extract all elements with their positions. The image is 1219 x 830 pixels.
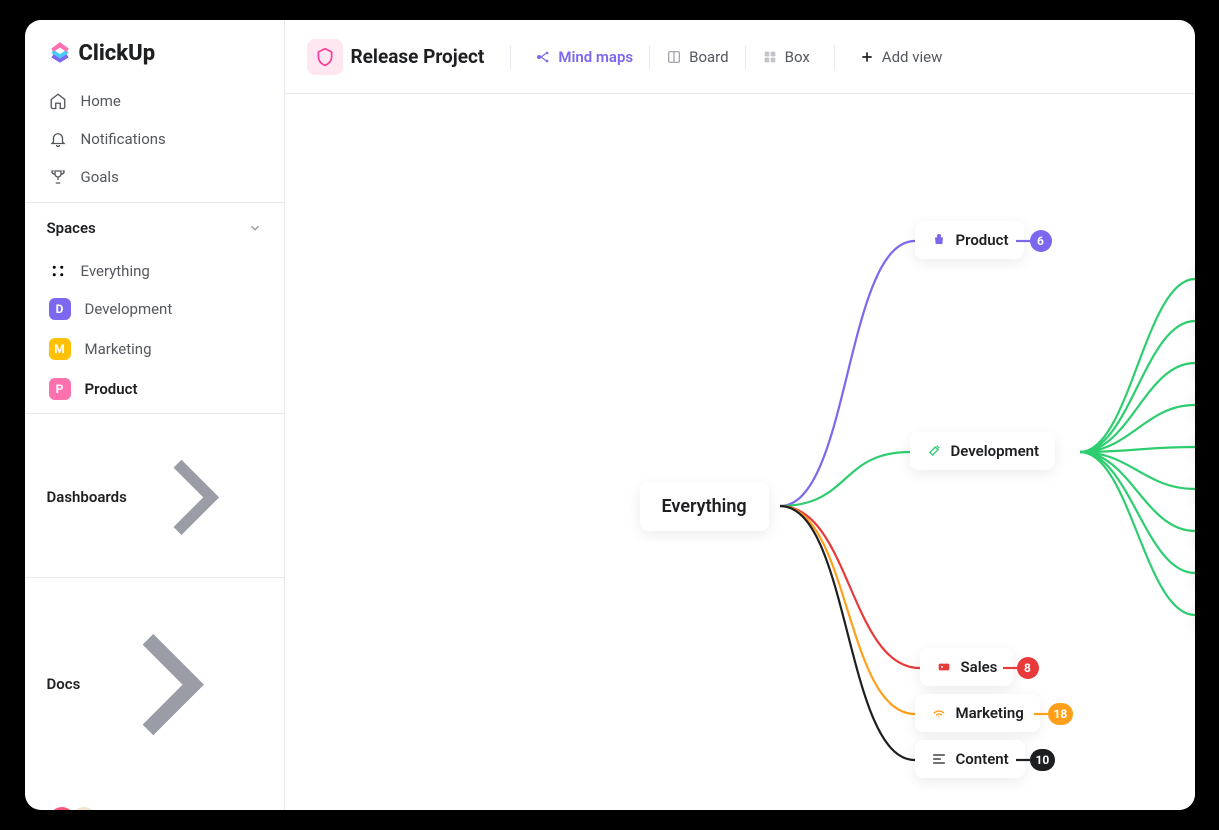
sidebar-nav: HomeNotificationsGoals — [25, 76, 284, 202]
view-mind-maps[interactable]: Mind maps — [523, 41, 645, 73]
section-dashboards[interactable]: Dashboards — [25, 413, 284, 577]
mindmap-node-content[interactable]: Content — [915, 740, 1025, 778]
count-badge: 10 — [1030, 749, 1056, 771]
spaces-header[interactable]: Spaces — [25, 202, 284, 249]
logo-icon — [47, 40, 73, 66]
nav-home[interactable]: Home — [35, 82, 274, 120]
space-development[interactable]: DDevelopment — [35, 289, 274, 329]
count-badge: 6 — [1030, 230, 1052, 252]
mindmap-canvas[interactable]: Everything Product6 Development Sales8 Marke… — [285, 94, 1195, 810]
nav-goals[interactable]: Goals — [35, 158, 274, 196]
space-product[interactable]: PProduct — [35, 369, 274, 409]
wifi-icon — [931, 705, 947, 721]
project-title: Release Project — [351, 45, 485, 68]
view-board[interactable]: Board — [654, 41, 740, 73]
count-badge: 8 — [1017, 657, 1039, 679]
topbar: Release Project Mind maps Board Box Add vi… — [285, 20, 1195, 94]
ticket-icon — [936, 659, 952, 675]
project-icon — [307, 39, 343, 75]
count-badge: 18 — [1048, 703, 1074, 725]
mindmap-node-marketing[interactable]: Marketing — [915, 694, 1040, 732]
logo[interactable]: ClickUp — [25, 20, 284, 76]
avatar-2 — [69, 805, 99, 810]
chevron-down-icon — [248, 221, 262, 235]
mindmap-node-product[interactable]: Product — [915, 221, 1025, 259]
nav-notifications[interactable]: Notifications — [35, 120, 274, 158]
mindmap-root[interactable]: Everything — [640, 482, 769, 531]
align-icon — [931, 751, 947, 767]
bag-icon — [931, 232, 947, 248]
user-area[interactable]: S ▼ — [25, 787, 284, 810]
app-window: ClickUp HomeNotificationsGoals Spaces Ev… — [25, 20, 1195, 810]
view-box[interactable]: Box — [750, 41, 822, 73]
space-everything[interactable]: Everything — [35, 253, 274, 289]
main-content: Release Project Mind maps Board Box Add vi… — [285, 20, 1195, 810]
space-marketing[interactable]: MMarketing — [35, 329, 274, 369]
add-view-button[interactable]: Add view — [847, 41, 955, 73]
wrench-icon — [926, 443, 942, 459]
sidebar: ClickUp HomeNotificationsGoals Spaces Ev… — [25, 20, 285, 810]
mindmap-node-sales[interactable]: Sales — [920, 648, 1014, 686]
brand-name: ClickUp — [79, 41, 156, 66]
spaces-list: EverythingDDevelopmentMMarketingPProduct — [25, 249, 284, 413]
mindmap-node-development[interactable]: Development — [910, 432, 1056, 470]
section-docs[interactable]: Docs — [25, 577, 284, 787]
